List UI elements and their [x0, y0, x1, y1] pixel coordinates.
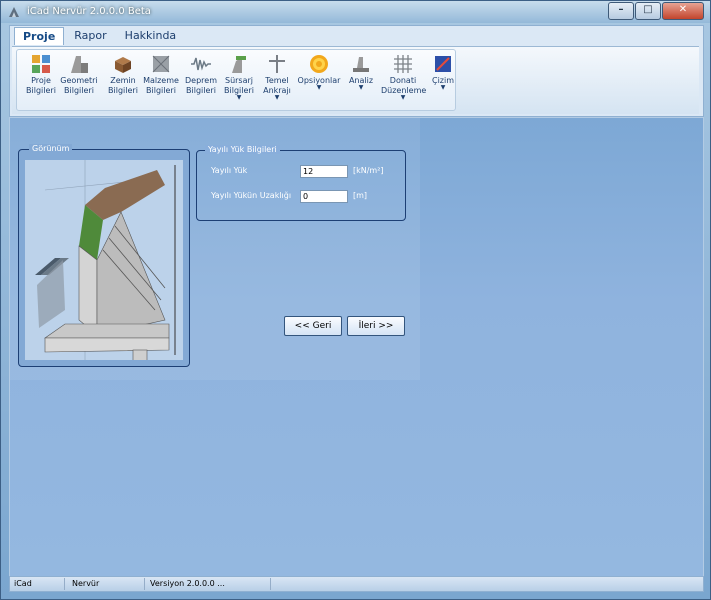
material-label-2: Bilgileri: [146, 86, 176, 95]
material-info-button[interactable]: Malzeme Bilgileri: [139, 53, 183, 95]
back-button[interactable]: << Geri: [284, 316, 342, 336]
material-icon: [152, 55, 170, 73]
load-label: Yayılı Yük: [211, 166, 248, 175]
chevron-down-icon: ▼: [358, 84, 364, 91]
load-input[interactable]: 12: [300, 165, 348, 178]
ribbon-panel: Proje Bilgileri Geometri Bilgileri Zemin…: [12, 46, 699, 114]
anchor-label-1: Temel: [265, 76, 289, 85]
minimize-icon: –: [618, 4, 624, 15]
next-button[interactable]: İleri >>: [347, 316, 405, 336]
surcharge-icon: [232, 56, 246, 73]
tab-hakkinda[interactable]: Hakkinda: [117, 27, 185, 45]
app-window: iCad Nervür 2.0.0.0 Beta – □ ✕ Proje Rap…: [0, 0, 711, 600]
anchor-icon: [269, 55, 285, 73]
view-panel-title: Görünüm: [29, 144, 73, 153]
distributed-load-panel: Yayılı Yük Bilgileri Yayılı Yük 12 [kN/m…: [196, 145, 406, 221]
maximize-button[interactable]: □: [635, 2, 661, 20]
tab-rapor[interactable]: Rapor: [66, 27, 114, 45]
soil-icon: [115, 57, 131, 73]
ribbon: Proje Rapor Hakkinda Proje Bilgileri Geo…: [9, 25, 704, 117]
analysis-button[interactable]: Analiz ▼: [339, 53, 383, 91]
analysis-icon: [353, 57, 369, 72]
wall-drawing: [25, 160, 183, 363]
distributed-load-title: Yayılı Yük Bilgileri: [205, 145, 280, 154]
chevron-down-icon: ▼: [274, 94, 280, 101]
minimize-button[interactable]: –: [608, 2, 634, 20]
status-bar: iCad Nervür Versiyon 2.0.0.0 ...: [9, 576, 704, 592]
ribbon-group-project: Proje Bilgileri Geometri Bilgileri Zemin…: [16, 49, 456, 111]
tab-proje[interactable]: Proje: [14, 27, 65, 45]
chevron-down-icon: ▼: [316, 84, 322, 91]
load-unit: [kN/m²]: [353, 166, 384, 175]
anchor-info-button[interactable]: Temel Ankrajı ▼: [255, 53, 299, 101]
title-bar: iCad Nervür 2.0.0.0 Beta – □ ✕: [1, 1, 710, 23]
drawing-button[interactable]: Çizim ▼: [421, 53, 465, 91]
drawing-icon: [435, 56, 451, 72]
rebar-icon: [394, 55, 412, 73]
options-button[interactable]: Opsiyonlar ▼: [297, 53, 341, 91]
distance-unit: [m]: [353, 191, 368, 200]
chevron-down-icon: ▼: [400, 94, 406, 101]
geometry-icon: [71, 56, 88, 73]
main-content: Görünüm Yayılı Yük Bilgileri Yayılı Yük …: [9, 117, 704, 577]
geometry-label-2: Bilgileri: [64, 86, 94, 95]
chevron-down-icon: ▼: [440, 84, 446, 91]
distance-label: Yayılı Yükün Uzaklığı: [211, 191, 292, 200]
app-logo-icon: [9, 7, 19, 17]
status-app: iCad: [10, 578, 65, 590]
earthquake-icon: [191, 57, 211, 71]
view-panel: Görünüm: [18, 144, 190, 367]
material-label-1: Malzeme: [143, 76, 179, 85]
geometry-info-button[interactable]: Geometri Bilgileri: [57, 53, 101, 95]
close-icon: ✕: [678, 4, 688, 15]
ribbon-tabs: Proje Rapor Hakkinda: [14, 27, 186, 45]
window-title: iCad Nervür 2.0.0.0 Beta: [27, 6, 151, 17]
status-version: Versiyon 2.0.0.0 ...: [146, 578, 271, 590]
status-module: Nervür: [68, 578, 145, 590]
project-info-icon: [32, 55, 50, 73]
distance-input[interactable]: 0: [300, 190, 348, 203]
gear-icon: [310, 55, 328, 73]
geometry-label-1: Geometri: [60, 76, 98, 85]
maximize-icon: □: [643, 4, 653, 15]
rebar-edit-button[interactable]: Donati Düzenleme ▼: [381, 53, 426, 101]
close-button[interactable]: ✕: [662, 2, 704, 20]
retaining-wall-illustration: [35, 160, 176, 363]
rebar-label-1: Donati: [389, 76, 417, 85]
